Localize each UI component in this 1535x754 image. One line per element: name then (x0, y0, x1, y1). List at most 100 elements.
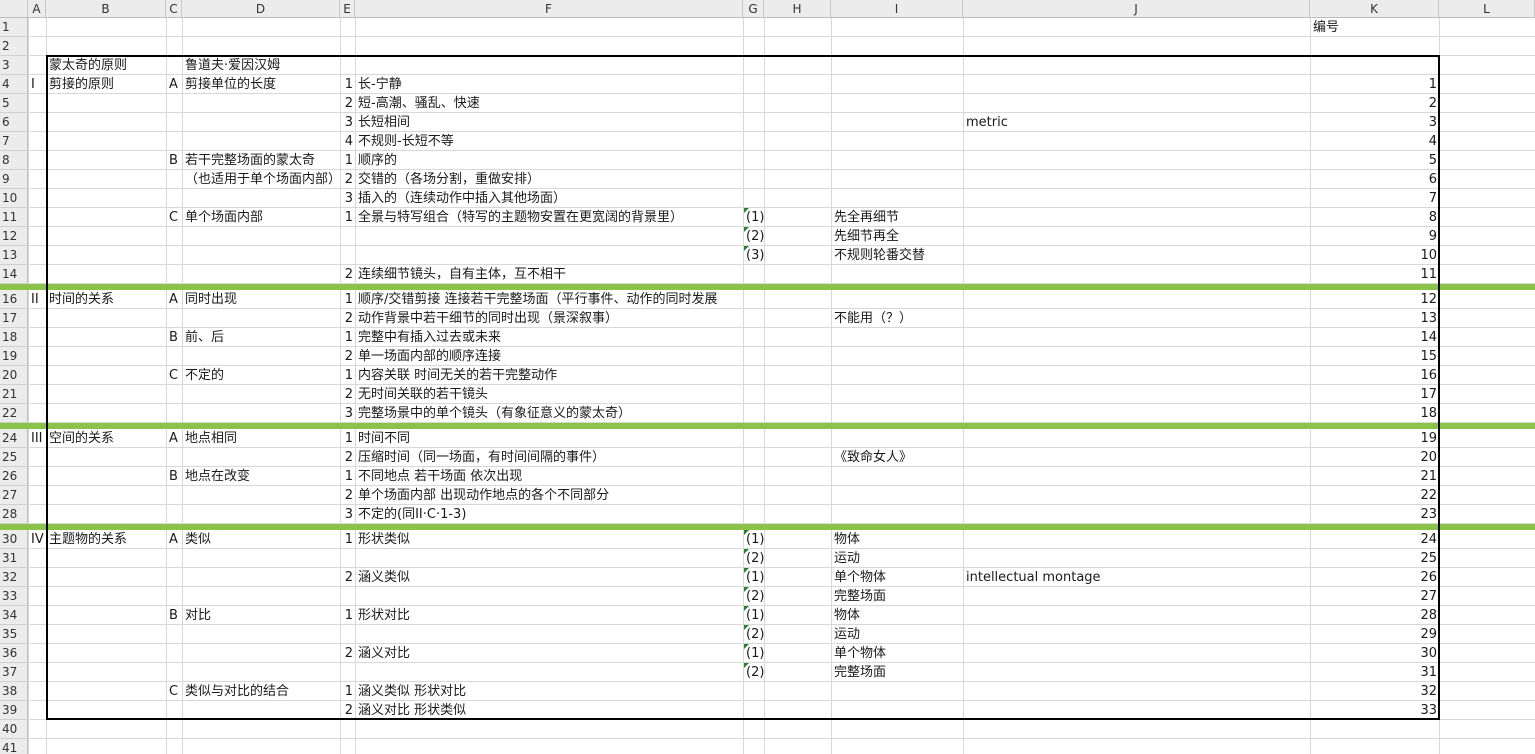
cell-i12[interactable]: 先细节再全 (831, 227, 963, 246)
cell-f30[interactable]: 形状类似 (355, 530, 764, 549)
cell-i34[interactable]: 物体 (831, 606, 963, 625)
cell-k33[interactable]: 27 (1310, 587, 1439, 606)
cell-e32[interactable]: 2 (340, 568, 355, 587)
cell-k36[interactable]: 30 (1310, 644, 1439, 663)
cell-e8[interactable]: 1 (340, 151, 355, 170)
cell-k25[interactable]: 20 (1310, 448, 1439, 467)
cell-c24[interactable]: A (166, 429, 182, 448)
column-header-k[interactable]: K (1310, 0, 1439, 18)
row-header-36[interactable]: 36 (0, 644, 28, 663)
cell-k27[interactable]: 22 (1310, 486, 1439, 505)
column-header-a[interactable]: A (28, 0, 46, 18)
row-header-33[interactable]: 33 (0, 587, 28, 606)
cell-a4[interactable]: I (28, 75, 46, 94)
cell-d16[interactable]: 同时出现 (182, 290, 340, 309)
cell-e6[interactable]: 3 (340, 113, 355, 132)
cell-e21[interactable]: 2 (340, 385, 355, 404)
cell-f7[interactable]: 不规则-长短不等 (355, 132, 764, 151)
cell-k14[interactable]: 11 (1310, 265, 1439, 284)
row-header-16[interactable]: 16 (0, 290, 28, 309)
cell-f8[interactable]: 顺序的 (355, 151, 764, 170)
cell-d18[interactable]: 前、后 (182, 328, 340, 347)
cell-k24[interactable]: 19 (1310, 429, 1439, 448)
cell-f19[interactable]: 单一场面内部的顺序连接 (355, 347, 764, 366)
cell-f22[interactable]: 完整场景中的单个镜头（有象征意义的蒙太奇） (355, 404, 764, 423)
column-header-d[interactable]: D (182, 0, 340, 18)
cell-e36[interactable]: 2 (340, 644, 355, 663)
row-header-24[interactable]: 24 (0, 429, 28, 448)
row-header-20[interactable]: 20 (0, 366, 28, 385)
cell-e19[interactable]: 2 (340, 347, 355, 366)
cell-i33[interactable]: 完整场面 (831, 587, 963, 606)
cell-c18[interactable]: B (166, 328, 182, 347)
cell-d3[interactable]: 鲁道夫·爱因汉姆 (182, 56, 355, 75)
cell-c26[interactable]: B (166, 467, 182, 486)
column-header-e[interactable]: E (340, 0, 355, 18)
row-header-7[interactable]: 7 (0, 132, 28, 151)
row-header-31[interactable]: 31 (0, 549, 28, 568)
row-header-37[interactable]: 37 (0, 663, 28, 682)
row-header-39[interactable]: 39 (0, 701, 28, 720)
row-header-30[interactable]: 30 (0, 530, 28, 549)
cell-f24[interactable]: 时间不同 (355, 429, 764, 448)
cell-g12[interactable]: (2) (743, 227, 764, 246)
cell-f5[interactable]: 短-高潮、骚乱、快速 (355, 94, 764, 113)
row-header-3[interactable]: 3 (0, 56, 28, 75)
cell-f4[interactable]: 长-宁静 (355, 75, 764, 94)
cell-e16[interactable]: 1 (340, 290, 355, 309)
cell-e18[interactable]: 1 (340, 328, 355, 347)
cell-d8[interactable]: 若干完整场面的蒙太奇 (182, 151, 340, 170)
cell-e22[interactable]: 3 (340, 404, 355, 423)
cell-f39[interactable]: 涵义对比 形状类似 (355, 701, 764, 720)
cell-e9[interactable]: 2 (340, 170, 355, 189)
cell-e11[interactable]: 1 (340, 208, 355, 227)
column-header-g[interactable]: G (743, 0, 764, 18)
row-header-21[interactable]: 21 (0, 385, 28, 404)
cell-f34[interactable]: 形状对比 (355, 606, 764, 625)
cell-b30[interactable]: 主题物的关系 (46, 530, 166, 549)
row-header-11[interactable]: 11 (0, 208, 28, 227)
column-header-f[interactable]: F (355, 0, 743, 18)
row-header-19[interactable]: 19 (0, 347, 28, 366)
cell-f38[interactable]: 涵义类似 形状对比 (355, 682, 764, 701)
cell-f17[interactable]: 动作背景中若干细节的同时出现（景深叙事） (355, 309, 764, 328)
cell-k12[interactable]: 9 (1310, 227, 1439, 246)
cell-f6[interactable]: 长短相间 (355, 113, 764, 132)
cell-f25[interactable]: 压缩时间（同一场面，有时间间隔的事件） (355, 448, 764, 467)
row-header-6[interactable]: 6 (0, 113, 28, 132)
cell-d4[interactable]: 剪接单位的长度 (182, 75, 340, 94)
cell-k21[interactable]: 17 (1310, 385, 1439, 404)
cell-e28[interactable]: 3 (340, 505, 355, 524)
cell-k38[interactable]: 32 (1310, 682, 1439, 701)
cell-k39[interactable]: 33 (1310, 701, 1439, 720)
cell-g35[interactable]: (2) (743, 625, 764, 644)
cell-f10[interactable]: 插入的（连续动作中插入其他场面） (355, 189, 764, 208)
cell-f9[interactable]: 交错的（各场分割，重做安排） (355, 170, 764, 189)
row-header-32[interactable]: 32 (0, 568, 28, 587)
cell-e7[interactable]: 4 (340, 132, 355, 151)
row-header-4[interactable]: 4 (0, 75, 28, 94)
row-header-25[interactable]: 25 (0, 448, 28, 467)
cell-a16[interactable]: II (28, 290, 46, 309)
cell-f18[interactable]: 完整中有插入过去或未来 (355, 328, 764, 347)
row-header-1[interactable]: 1 (0, 18, 28, 37)
cell-e24[interactable]: 1 (340, 429, 355, 448)
cell-g30[interactable]: (1) (743, 530, 764, 549)
cell-k37[interactable]: 31 (1310, 663, 1439, 682)
cell-d34[interactable]: 对比 (182, 606, 340, 625)
cell-k16[interactable]: 12 (1310, 290, 1439, 309)
row-header-14[interactable]: 14 (0, 265, 28, 284)
cell-g32[interactable]: (1) (743, 568, 764, 587)
row-header-13[interactable]: 13 (0, 246, 28, 265)
cell-e26[interactable]: 1 (340, 467, 355, 486)
cell-k8[interactable]: 5 (1310, 151, 1439, 170)
cell-b16[interactable]: 时间的关系 (46, 290, 166, 309)
row-header-41[interactable]: 41 (0, 739, 28, 754)
cell-e20[interactable]: 1 (340, 366, 355, 385)
cell-k6[interactable]: 3 (1310, 113, 1439, 132)
cell-c20[interactable]: C (166, 366, 182, 385)
row-header-34[interactable]: 34 (0, 606, 28, 625)
cell-f28[interactable]: 不定的(同II·C·1-3) (355, 505, 764, 524)
column-header-j[interactable]: J (963, 0, 1310, 18)
cell-g31[interactable]: (2) (743, 549, 764, 568)
